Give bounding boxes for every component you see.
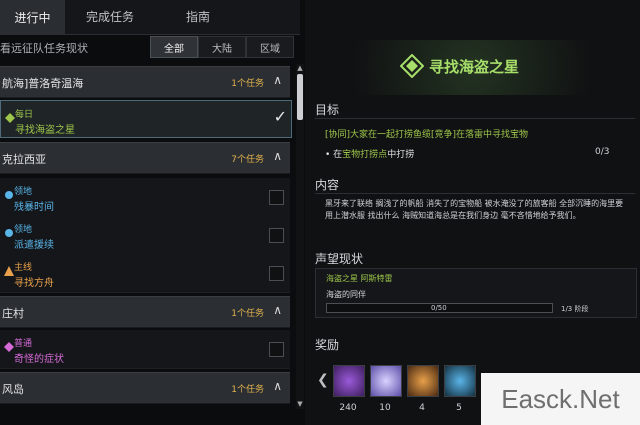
- category-name: 航海]普洛奇温海: [2, 77, 84, 90]
- category-name: 风岛: [2, 383, 24, 396]
- tracked-check-icon[interactable]: ✓: [274, 107, 287, 126]
- reputation-box: 海盗之星 阿斯特雷 海盗的同伴 0/50 1/3 阶段: [315, 268, 637, 318]
- territory-quest-icon: [5, 229, 13, 237]
- objective-progress: 0/3: [595, 147, 610, 157]
- quest-type: 领地: [14, 187, 33, 197]
- filter-region-button[interactable]: 区域: [246, 36, 294, 58]
- quest-item[interactable]: 领地 派遣援续: [0, 216, 290, 255]
- divider: [315, 118, 635, 119]
- quest-description: 黑牙来了联络 搁浅了的帆船 消失了的宝物船 被水淹没了的旅客船 全部沉睡的海里要…: [325, 199, 624, 220]
- collapse-caret-icon[interactable]: ∧: [273, 149, 282, 163]
- star-emblem-icon: [400, 54, 424, 78]
- quest-item[interactable]: 主线 寻找方舟: [0, 254, 290, 293]
- reputation-rank-name: 海盗的同伴: [326, 290, 366, 299]
- watermark: Easck.Net: [481, 373, 640, 425]
- purple-crystal-icon[interactable]: [333, 365, 365, 397]
- reward-count: 5: [456, 403, 462, 413]
- category-count: 1个任务: [231, 79, 264, 89]
- category-count: 1个任务: [231, 309, 264, 319]
- category-header[interactable]: 航海]普洛奇温海 1个任务 ∧: [0, 66, 290, 98]
- track-checkbox[interactable]: [269, 266, 284, 281]
- objective-highlight: 宝物打捞点: [342, 150, 388, 160]
- reward-count: 240: [339, 403, 357, 413]
- category-count: 1个任务: [231, 385, 264, 395]
- quest-detail-title: 寻找海盗之星: [429, 58, 520, 76]
- track-checkbox[interactable]: [269, 228, 284, 243]
- reputation-name: 海盗之星 阿斯特雷: [326, 274, 393, 283]
- content-header: 内容: [315, 178, 340, 192]
- quest-item-selected[interactable]: 每日 寻找海盗之星 ✓: [0, 100, 292, 138]
- track-checkbox[interactable]: [269, 190, 284, 205]
- quest-type: 每日: [15, 110, 34, 120]
- tab-guide[interactable]: 指南: [186, 8, 210, 25]
- track-checkbox[interactable]: [269, 342, 284, 357]
- quest-list: 航海]普洛奇温海 1个任务 ∧ 每日 寻找海盗之星 ✓ 克拉西亚 7个任务 ∧ …: [0, 64, 296, 409]
- scrollbar-thumb[interactable]: [297, 74, 303, 120]
- quest-title: 残暴时间: [14, 202, 54, 213]
- goal-line: [协同]大家在一起打捞鱼缆[竞争]在落雷中寻找宝物: [325, 130, 529, 140]
- quest-item[interactable]: 领地 残暴时间: [0, 178, 290, 217]
- quest-tabs: 进行中 完成任务 指南: [0, 0, 300, 35]
- reward-count: 10: [379, 403, 391, 413]
- quest-title: 派遣援续: [14, 240, 54, 251]
- filter-all-button[interactable]: 全部: [150, 36, 198, 58]
- quest-title: 寻找方舟: [14, 278, 54, 289]
- quest-title: 奇怪的症状: [14, 354, 64, 365]
- scroll-up-icon[interactable]: ▲: [296, 64, 304, 72]
- quest-title: 寻找海盗之星: [15, 125, 75, 136]
- quest-banner: 寻找海盗之星: [305, 40, 640, 95]
- reputation-progress-text: 0/50: [431, 304, 447, 312]
- filter-bar: 看远征队任务现状 全部 大陆 区域: [0, 36, 300, 60]
- quest-type: 主线: [14, 263, 33, 273]
- category-header[interactable]: 克拉西亚 7个任务 ∧: [0, 142, 290, 174]
- category-count: 7个任务: [231, 155, 264, 165]
- reward-count: 4: [419, 403, 425, 413]
- category-name: 克拉西亚: [2, 153, 46, 166]
- collapse-caret-icon[interactable]: ∧: [273, 379, 282, 393]
- scroll-down-icon[interactable]: ▼: [296, 400, 304, 408]
- quest-item[interactable]: 普通 奇怪的症状: [0, 330, 290, 369]
- divider: [315, 193, 635, 194]
- normal-quest-icon: [4, 342, 14, 352]
- reputation-header: 声望现状: [315, 252, 364, 266]
- category-header[interactable]: 风岛 1个任务 ∧: [0, 372, 290, 404]
- daily-quest-icon: [5, 113, 15, 123]
- territory-quest-icon: [5, 191, 13, 199]
- flame-item-icon[interactable]: [407, 365, 439, 397]
- collapse-caret-icon[interactable]: ∧: [273, 303, 282, 317]
- quest-detail-panel: 寻找海盗之星 目标 [协同]大家在一起打捞鱼缆[竞争]在落雷中寻找宝物 • 在宝…: [305, 0, 640, 425]
- main-quest-icon: [4, 266, 14, 276]
- reputation-rank: 1/3 阶段: [561, 305, 589, 313]
- tab-in-progress[interactable]: 进行中: [0, 0, 65, 34]
- goal-header: 目标: [315, 103, 340, 117]
- tab-completed[interactable]: 完成任务: [86, 8, 134, 25]
- quest-type: 领地: [14, 225, 33, 235]
- reward-header: 奖励: [315, 338, 340, 352]
- quest-type: 普通: [14, 339, 33, 349]
- potion-icon[interactable]: [444, 365, 476, 397]
- objective-prefix: • 在: [325, 150, 343, 160]
- filter-label: 看远征队任务现状: [0, 42, 88, 55]
- category-header[interactable]: 庄村 1个任务 ∧: [0, 296, 290, 328]
- diamond-icon[interactable]: [370, 365, 402, 397]
- category-name: 庄村: [2, 307, 24, 320]
- filter-continent-button[interactable]: 大陆: [198, 36, 246, 58]
- objective-suffix: 中打捞: [387, 150, 415, 160]
- collapse-caret-icon[interactable]: ∧: [273, 73, 282, 87]
- objective-line: • 在宝物打捞点中打捞: [325, 147, 414, 160]
